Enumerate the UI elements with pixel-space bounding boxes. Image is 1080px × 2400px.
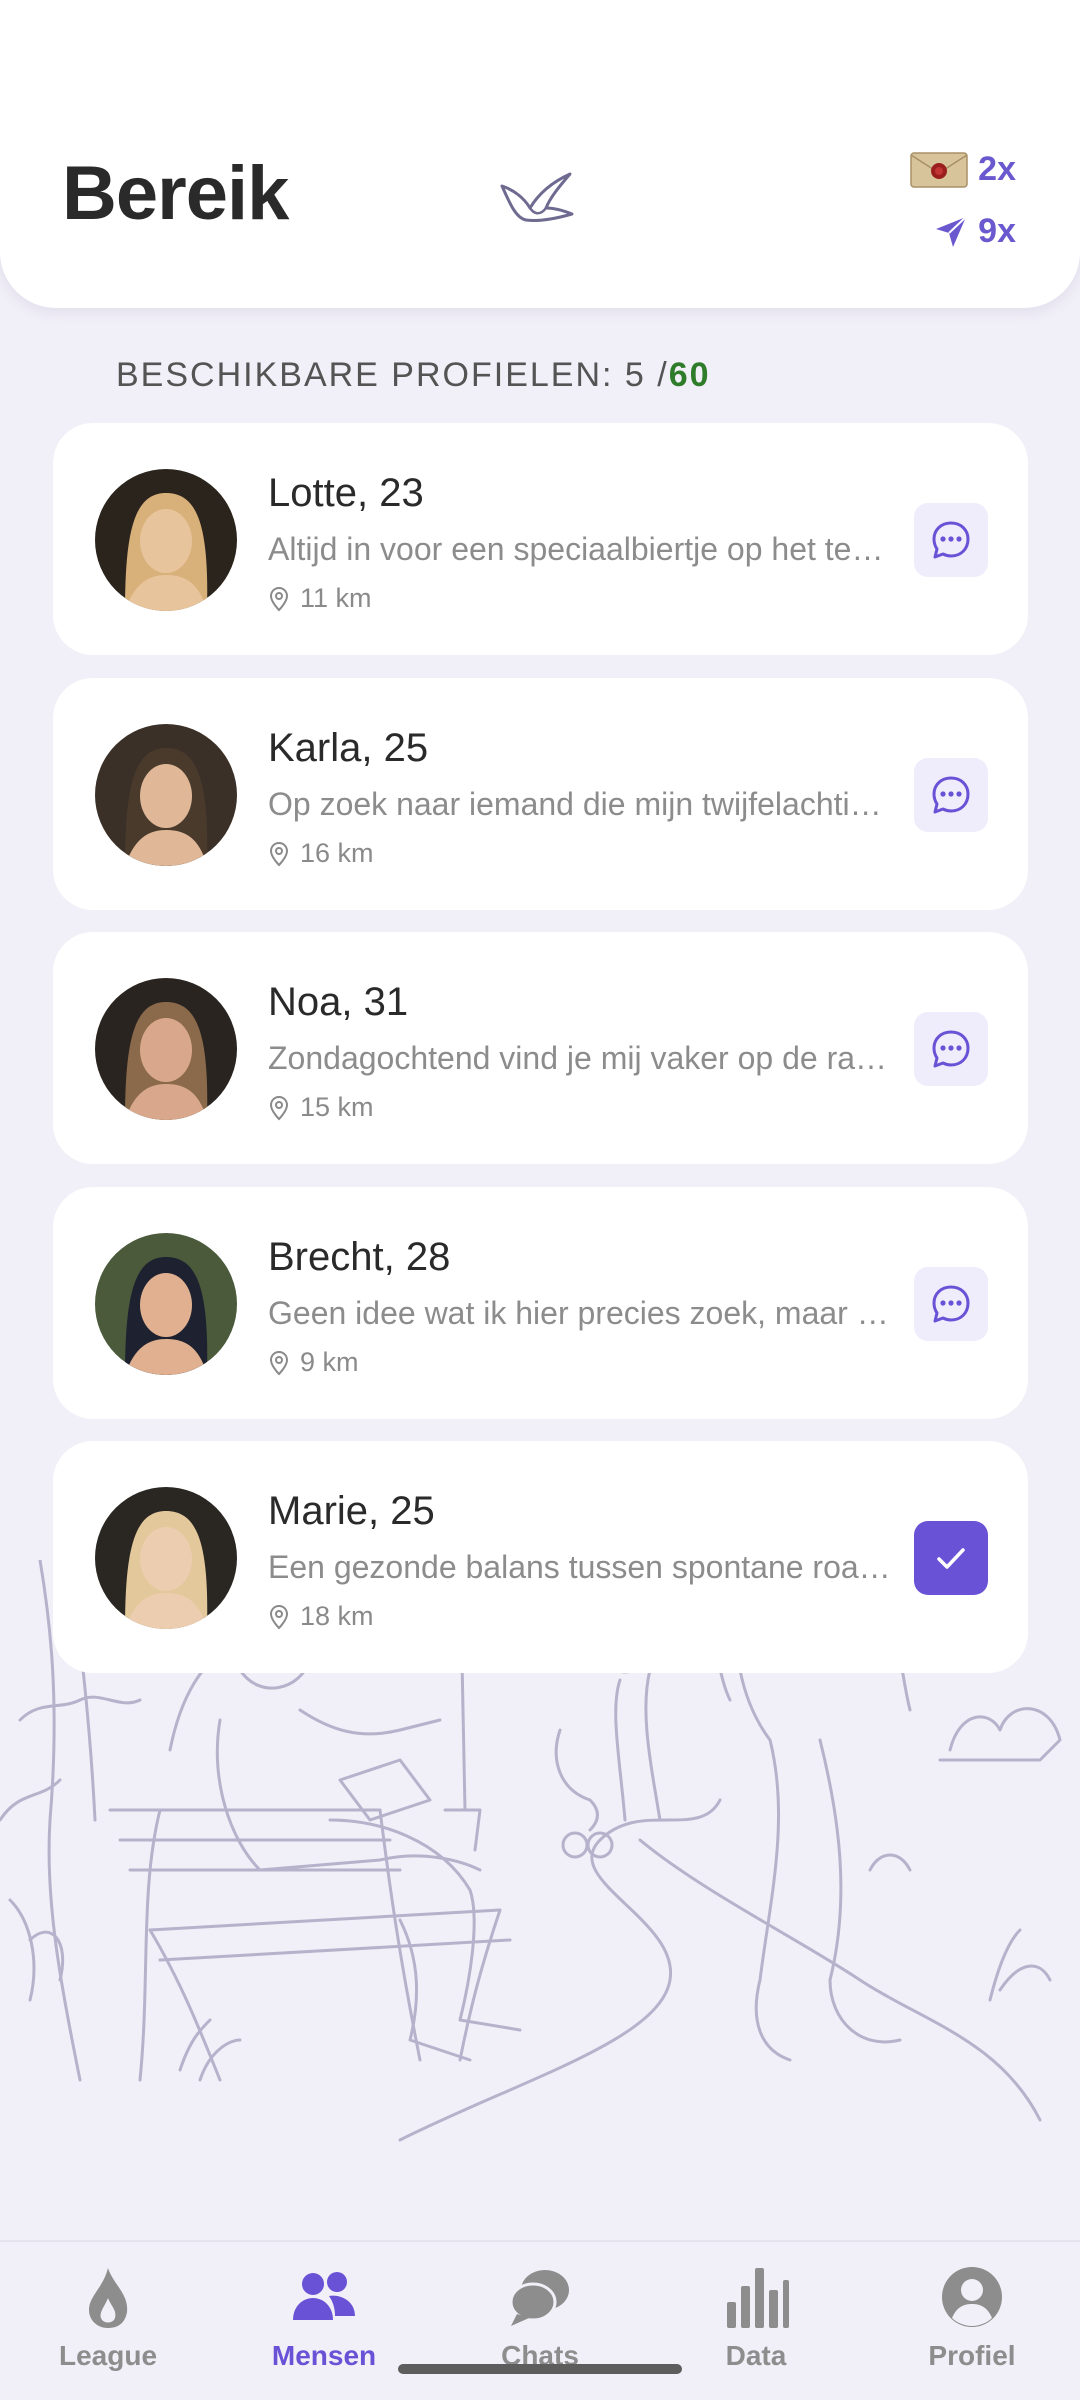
nav-mensen[interactable]: Mensen (234, 2262, 414, 2372)
profile-card[interactable]: Noa, 31 Zondagochtend vind je mij vaker … (53, 932, 1028, 1164)
bird-logo-icon (500, 172, 574, 222)
available-profiles-max: 60 (668, 356, 711, 394)
profile-card[interactable]: Lotte, 23 Altijd in voor een speciaalbie… (53, 423, 1028, 655)
profile-name: Karla, 25 (268, 726, 429, 770)
profile-bio: Geen idee wat ik hier precies zoek, maar… (268, 1295, 893, 1331)
chat-dots-icon (932, 1285, 970, 1323)
message-button[interactable] (914, 503, 988, 577)
home-indicator[interactable] (398, 2364, 682, 2374)
profile-name: Lotte, 23 (268, 471, 424, 515)
profile-card[interactable]: Marie, 25 Een gezonde balans tussen spon… (53, 1441, 1028, 1673)
location-pin-icon (269, 1095, 289, 1120)
sends-count: 9x (978, 212, 1016, 250)
distance-value: 15 km (300, 1092, 374, 1122)
avatar[interactable] (95, 724, 237, 866)
avatar[interactable] (95, 1233, 237, 1375)
send-icon (936, 215, 967, 247)
nav-league[interactable]: League (18, 2262, 198, 2372)
nav-label-mensen: Mensen (271, 2340, 377, 2371)
profile-bio: Zondagochtend vind je mij vaker op de ra… (268, 1040, 893, 1076)
selected-check-button[interactable] (914, 1521, 988, 1595)
message-button[interactable] (914, 1267, 988, 1341)
chat-dots-icon (932, 521, 970, 559)
checkmark-icon (937, 1548, 965, 1569)
screen: Bereik 2x 9x BESCHIKBARE PROFIELEN: 5 / … (0, 0, 1080, 2400)
profile-bio: Altijd in voor een speciaalbiertje op he… (268, 531, 893, 567)
nav-label-league: League (58, 2340, 158, 2371)
chat-bubbles-icon (509, 2270, 569, 2326)
letters-count: 2x (978, 150, 1016, 188)
profile-name: Marie, 25 (268, 1489, 435, 1533)
location-pin-icon (269, 1604, 289, 1629)
distance-value: 18 km (300, 1601, 374, 1631)
profile-bio: Op zoek naar iemand die mijn twijfelacht… (268, 786, 893, 822)
letters-counter[interactable]: 2x (910, 150, 1016, 189)
user-circle-icon (942, 2267, 1002, 2327)
nav-data[interactable]: Data (666, 2262, 846, 2372)
nav-profiel[interactable]: Profiel (882, 2262, 1062, 2372)
people-icon (293, 2272, 355, 2320)
available-profiles-label: BESCHIKBARE PROFIELEN: 5 / 60 (116, 356, 711, 395)
available-profiles-count: BESCHIKBARE PROFIELEN: 5 / (116, 356, 669, 394)
location-pin-icon (269, 841, 289, 866)
profile-distance: 9 km (268, 1347, 359, 1378)
bottom-navigation: League Mensen Chats Data Profiel (0, 2240, 1080, 2400)
profile-card[interactable]: Karla, 25 Op zoek naar iemand die mijn t… (53, 678, 1028, 910)
message-button[interactable] (914, 758, 988, 832)
distance-value: 9 km (300, 1347, 359, 1377)
avatar[interactable] (95, 978, 237, 1120)
envelope-icon (910, 151, 968, 189)
profile-bio: Een gezonde balans tussen spontane roadt… (268, 1549, 893, 1585)
profile-distance: 11 km (268, 583, 372, 614)
nav-label-data: Data (725, 2340, 787, 2371)
flame-icon (89, 2268, 128, 2328)
profile-distance: 18 km (268, 1601, 374, 1632)
profile-name: Noa, 31 (268, 980, 409, 1024)
chat-dots-icon (932, 1030, 970, 1068)
chat-dots-icon (932, 776, 970, 814)
avatar[interactable] (95, 469, 237, 611)
nav-label-profiel: Profiel (928, 2340, 1016, 2371)
profile-card[interactable]: Brecht, 28 Geen idee wat ik hier precies… (53, 1187, 1028, 1419)
avatar[interactable] (95, 1487, 237, 1629)
header: Bereik 2x 9x (0, 0, 1080, 308)
profile-distance: 15 km (268, 1092, 374, 1123)
profile-name: Brecht, 28 (268, 1235, 451, 1279)
bar-chart-icon (727, 2268, 789, 2328)
nav-chats[interactable]: Chats (450, 2262, 630, 2372)
page-title: Bereik (62, 151, 289, 236)
location-pin-icon (269, 1350, 289, 1375)
message-button[interactable] (914, 1012, 988, 1086)
location-pin-icon (269, 586, 289, 611)
distance-value: 16 km (300, 838, 374, 868)
distance-value: 11 km (300, 583, 372, 613)
profile-distance: 16 km (268, 838, 374, 869)
sends-counter[interactable]: 9x (934, 212, 1016, 251)
